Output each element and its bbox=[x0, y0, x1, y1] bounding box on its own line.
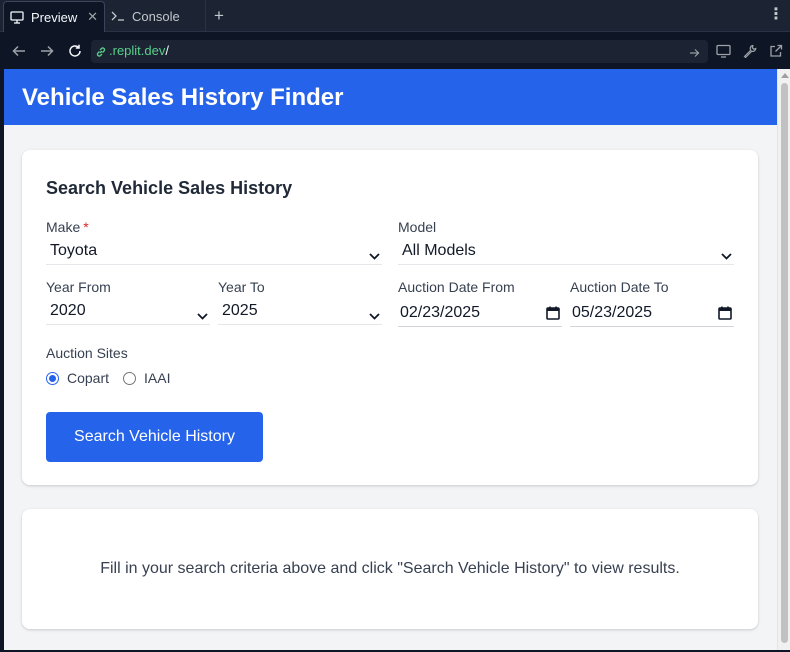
tab-console[interactable]: Console bbox=[106, 0, 206, 32]
scrollbar-thumb[interactable] bbox=[781, 83, 788, 643]
chevron-down-icon bbox=[197, 307, 208, 325]
auction-sites-label: Auction Sites bbox=[46, 345, 128, 361]
auction-date-from-input[interactable]: 02/23/2025 bbox=[398, 299, 562, 327]
chevron-down-icon bbox=[721, 247, 732, 265]
scroll-up-arrow-icon[interactable] bbox=[781, 73, 789, 78]
close-icon[interactable]: ✕ bbox=[87, 10, 98, 24]
model-value: All Models bbox=[402, 242, 476, 259]
form-title: Search Vehicle Sales History bbox=[46, 178, 293, 198]
radio-iaai[interactable] bbox=[123, 371, 137, 385]
year-to-label: Year To bbox=[218, 279, 265, 295]
auction-date-from-value: 02/23/2025 bbox=[400, 304, 481, 321]
radio-iaai-label[interactable]: IAAI bbox=[144, 370, 170, 386]
calendar-icon[interactable] bbox=[718, 306, 732, 325]
link-icon bbox=[95, 45, 107, 63]
required-mark: * bbox=[83, 219, 89, 235]
auction-date-from-label: Auction Date From bbox=[398, 279, 515, 295]
terminal-icon bbox=[111, 10, 125, 22]
calendar-icon[interactable] bbox=[546, 306, 560, 325]
external-link-icon[interactable] bbox=[767, 42, 785, 60]
model-select[interactable]: All Models bbox=[398, 239, 734, 265]
address-bar: .replit.dev/ bbox=[0, 33, 790, 69]
make-label: Make * bbox=[46, 219, 89, 235]
url-field[interactable]: .replit.dev/ bbox=[91, 40, 708, 63]
monitor-icon bbox=[10, 10, 24, 24]
chevron-down-icon bbox=[369, 247, 380, 265]
app-header: Vehicle Sales History Finder bbox=[4, 69, 777, 125]
wrench-icon[interactable] bbox=[741, 42, 759, 60]
tab-label: Preview bbox=[31, 9, 78, 25]
year-from-select[interactable]: 2020 bbox=[46, 299, 210, 325]
page-title: Vehicle Sales History Finder bbox=[22, 84, 344, 111]
make-value: Toyota bbox=[50, 242, 98, 259]
auction-date-to-value: 05/23/2025 bbox=[572, 304, 653, 321]
new-tab-icon[interactable]: + bbox=[214, 6, 224, 26]
go-arrow-icon[interactable] bbox=[689, 45, 700, 63]
search-vehicle-history-button[interactable]: Search Vehicle History bbox=[46, 412, 263, 462]
page-viewport: Vehicle Sales History Finder Search Vehi… bbox=[4, 69, 777, 650]
tab-label: Console bbox=[132, 8, 180, 24]
year-to-select[interactable]: 2025 bbox=[218, 299, 382, 325]
auction-date-to-input[interactable]: 05/23/2025 bbox=[570, 299, 734, 327]
year-from-label: Year From bbox=[46, 279, 111, 295]
radio-copart-label[interactable]: Copart bbox=[67, 370, 109, 386]
chevron-down-icon bbox=[369, 307, 380, 325]
make-select[interactable]: Toyota bbox=[46, 239, 382, 265]
model-label: Model bbox=[398, 219, 437, 235]
devices-icon[interactable] bbox=[715, 42, 733, 60]
auction-date-to-label: Auction Date To bbox=[570, 279, 669, 295]
search-form-card: Search Vehicle Sales History Make * Toyot… bbox=[22, 150, 758, 485]
results-card: Fill in your search criteria above and c… bbox=[22, 509, 758, 629]
year-to-value: 2025 bbox=[222, 302, 258, 319]
tab-preview[interactable]: Preview ✕ bbox=[3, 1, 105, 32]
more-options-icon[interactable]: ⋮ bbox=[768, 5, 784, 25]
year-from-value: 2020 bbox=[50, 302, 86, 319]
back-arrow-icon[interactable] bbox=[10, 42, 28, 60]
results-empty-message: Fill in your search criteria above and c… bbox=[100, 560, 680, 577]
url-text: .replit.dev/ bbox=[109, 43, 169, 58]
page-scrollbar[interactable] bbox=[777, 69, 790, 650]
radio-copart[interactable] bbox=[46, 371, 59, 385]
reload-icon[interactable] bbox=[66, 42, 84, 60]
auction-sites-radio-group: Copart IAAI bbox=[46, 370, 185, 386]
tab-bar: Preview ✕ Console + ⋮ bbox=[0, 0, 790, 32]
forward-arrow-icon[interactable] bbox=[38, 42, 56, 60]
